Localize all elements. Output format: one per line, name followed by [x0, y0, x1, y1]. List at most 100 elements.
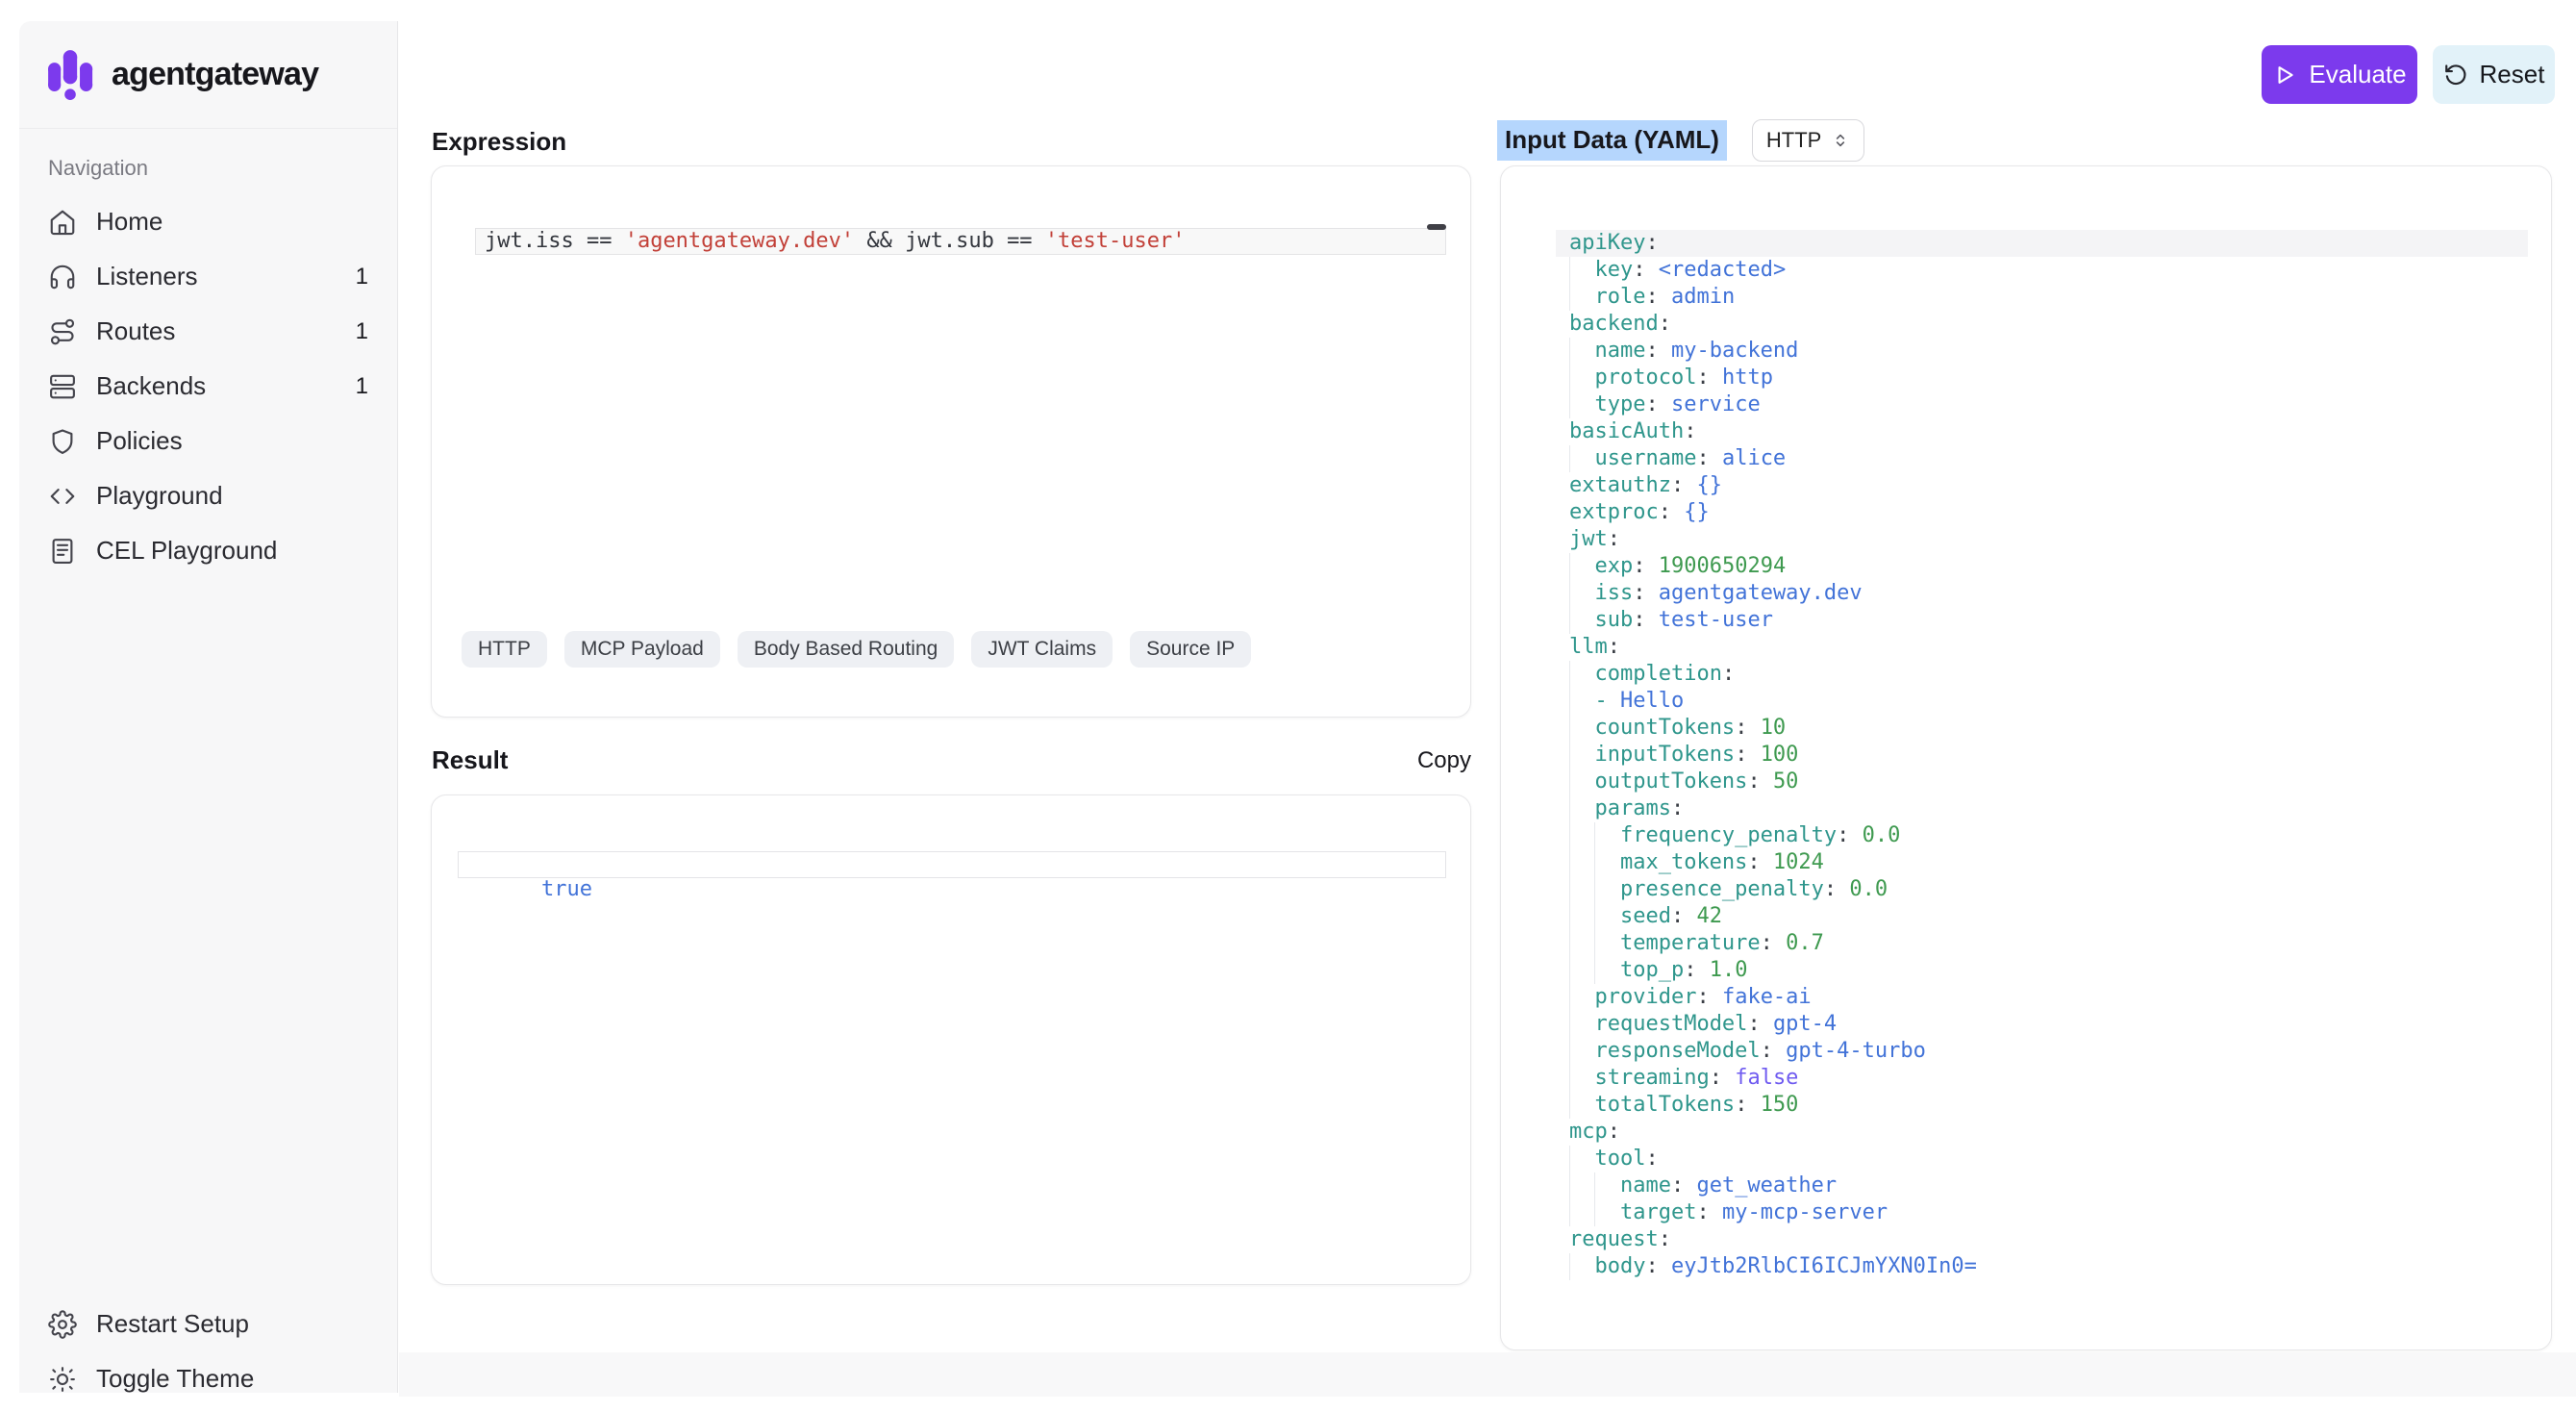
sidebar-item-label: Backends — [96, 371, 206, 401]
indent-guide — [1569, 445, 1594, 472]
yaml-line: requestModel: gpt-4 — [1556, 1011, 2528, 1038]
yaml-token: 50 — [1773, 769, 1799, 794]
yaml-token: : — [1696, 1200, 1722, 1224]
yaml-line: max_tokens: 1024 — [1556, 849, 2528, 876]
copy-button[interactable]: Copy — [1417, 747, 1471, 774]
sidebar-item-label: Routes — [96, 316, 175, 346]
indent-guide — [1594, 1172, 1619, 1199]
yaml-token: : — [1608, 1120, 1620, 1144]
yaml-line: totalTokens: 150 — [1556, 1092, 2528, 1119]
yaml-token: : — [1696, 366, 1722, 390]
sidebar-item-listeners[interactable]: Listeners1 — [19, 249, 397, 304]
sidebar-item-backends[interactable]: Backends1 — [19, 359, 397, 414]
result-header: Result Copy — [432, 745, 1471, 775]
sidebar-item-restart-setup[interactable]: Restart Setup — [19, 1297, 396, 1351]
indent-guide — [1569, 715, 1594, 742]
count-badge: 1 — [356, 318, 368, 345]
yaml-line: top_p: 1.0 — [1556, 957, 2528, 984]
nav-footer: Restart SetupToggle Theme — [19, 1297, 396, 1393]
yaml-token: body — [1594, 1254, 1645, 1278]
yaml-token: 100 — [1761, 743, 1799, 767]
sidebar-item-toggle-theme[interactable]: Toggle Theme — [19, 1351, 396, 1393]
indent-guide — [1569, 688, 1594, 715]
yaml-token: : — [1747, 1012, 1773, 1036]
reset-button[interactable]: Reset — [2433, 45, 2555, 104]
chip-body-based-routing[interactable]: Body Based Routing — [738, 631, 954, 668]
indent-guide — [1569, 284, 1594, 311]
brand[interactable]: agentgateway — [19, 21, 397, 129]
evaluate-button[interactable]: Evaluate — [2262, 45, 2417, 104]
yaml-token: provider — [1594, 985, 1696, 1009]
yaml-token: iss — [1594, 581, 1633, 605]
expression-input[interactable]: jwt.iss == 'agentgateway.dev' && jwt.sub… — [475, 228, 1446, 255]
yaml-line: tool: — [1556, 1146, 2528, 1172]
yaml-token: totalTokens — [1594, 1093, 1735, 1117]
yaml-token: : — [1633, 581, 1659, 605]
input-type-select[interactable]: HTTP — [1752, 119, 1864, 162]
yaml-line: inputTokens: 100 — [1556, 742, 2528, 769]
sidebar-item-home[interactable]: Home — [19, 194, 397, 249]
yaml-token: : — [1735, 1093, 1761, 1117]
yaml-token: top_p — [1620, 958, 1684, 982]
yaml-line: temperature: 0.7 — [1556, 930, 2528, 957]
yaml-token: max_tokens — [1620, 850, 1747, 874]
yaml-token: : — [1761, 931, 1787, 955]
chip-mcp-payload[interactable]: MCP Payload — [564, 631, 720, 668]
indent-guide — [1569, 661, 1594, 688]
result-value: true — [541, 877, 592, 901]
yaml-line: frequency_penalty: 0.0 — [1556, 822, 2528, 849]
yaml-editor[interactable]: apiKey:key: <redacted>role: adminbackend… — [1556, 230, 2528, 1280]
yaml-token: {} — [1696, 473, 1722, 497]
yaml-token: presence_penalty — [1620, 877, 1824, 901]
code-icon — [48, 482, 77, 511]
yaml-token: my-mcp-server — [1722, 1200, 1888, 1224]
yaml-line: llm: — [1556, 634, 2528, 661]
chip-http[interactable]: HTTP — [462, 631, 547, 668]
yaml-token: : — [1761, 1039, 1787, 1063]
yaml-token: : — [1645, 1147, 1658, 1171]
sidebar-item-cel-playground[interactable]: CEL Playground — [19, 523, 397, 578]
indent-guide — [1569, 1092, 1594, 1119]
chip-source-ip[interactable]: Source IP — [1130, 631, 1251, 668]
yaml-token: extauthz — [1569, 473, 1671, 497]
yaml-line: jwt: — [1556, 526, 2528, 553]
notebook-icon — [48, 537, 77, 566]
yaml-token: : — [1633, 258, 1659, 282]
yaml-token: username — [1594, 446, 1696, 470]
sidebar-item-playground[interactable]: Playground — [19, 468, 397, 523]
indent-guide — [1569, 957, 1594, 984]
yaml-token: key — [1594, 258, 1633, 282]
sidebar-item-policies[interactable]: Policies — [19, 414, 397, 468]
yaml-token: : — [1671, 796, 1684, 820]
yaml-token: mcp — [1569, 1120, 1608, 1144]
editor-scrollbar[interactable] — [1427, 224, 1446, 230]
yaml-token: : — [1645, 1254, 1671, 1278]
sidebar-item-label: Home — [96, 207, 163, 237]
indent-guide — [1569, 257, 1594, 284]
expression-title: Expression — [432, 127, 566, 157]
yaml-token: - — [1594, 689, 1620, 713]
yaml-line: exp: 1900650294 — [1556, 553, 2528, 580]
yaml-line: backend: — [1556, 311, 2528, 338]
yaml-line: seed: 42 — [1556, 903, 2528, 930]
yaml-token: request — [1569, 1227, 1659, 1251]
indent-guide — [1594, 849, 1619, 876]
yaml-token: 1.0 — [1710, 958, 1748, 982]
yaml-token: : — [1684, 958, 1710, 982]
code-token: && jwt.sub == — [854, 229, 1045, 253]
yaml-token: : — [1633, 608, 1659, 632]
chip-jwt-claims[interactable]: JWT Claims — [971, 631, 1113, 668]
indent-guide — [1569, 795, 1594, 822]
yaml-line: completion: — [1556, 661, 2528, 688]
yaml-token: frequency_penalty — [1620, 823, 1837, 847]
yaml-line: responseModel: gpt-4-turbo — [1556, 1038, 2528, 1065]
sidebar-item-label: CEL Playground — [96, 536, 277, 566]
result-output: true — [458, 851, 1446, 878]
reset-label: Reset — [2480, 60, 2545, 89]
yaml-token: test-user — [1659, 608, 1773, 632]
yaml-token: <redacted> — [1659, 258, 1786, 282]
sidebar-item-routes[interactable]: Routes 1 — [19, 304, 397, 359]
gear-icon — [48, 1310, 77, 1339]
indent-guide — [1569, 903, 1594, 930]
home-icon — [48, 208, 77, 237]
